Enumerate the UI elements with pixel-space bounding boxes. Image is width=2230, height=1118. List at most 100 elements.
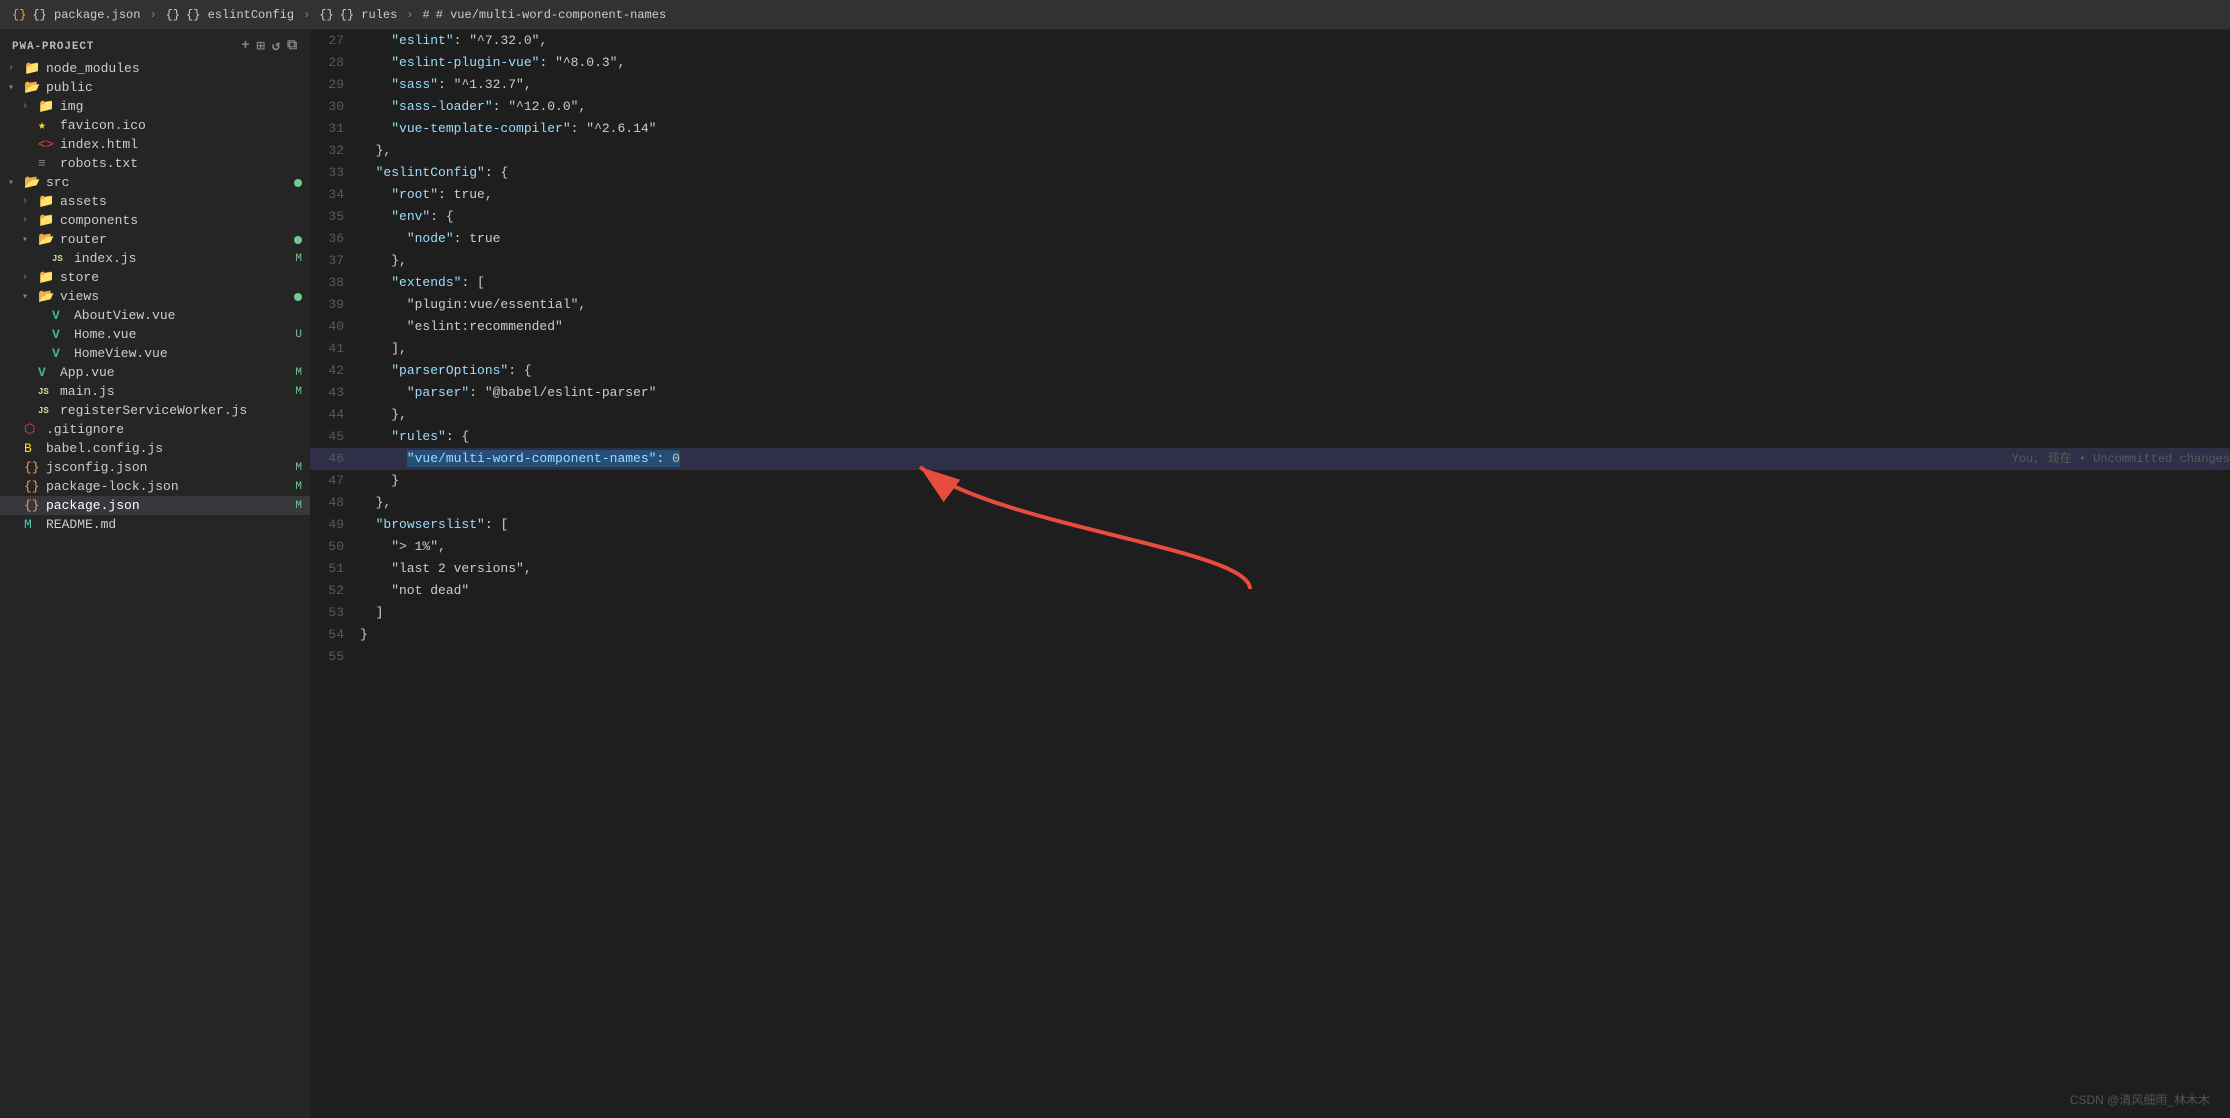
folder-icon: 📂 xyxy=(38,232,56,247)
breadcrumb-file[interactable]: {} package.json xyxy=(32,8,140,22)
sidebar-item-public[interactable]: 📂public xyxy=(0,78,310,97)
title-bar: {} {} package.json › {} {} eslintConfig … xyxy=(0,0,2230,30)
line-row-29: 29 "sass": "^1.32.7", xyxy=(310,74,2230,96)
json-icon: {} xyxy=(24,498,42,513)
line-content-38[interactable]: "extends": [ xyxy=(360,272,2230,294)
status-badge-package.json: M xyxy=(295,500,302,512)
line-row-49: 49 "browserslist": [ xyxy=(310,514,2230,536)
sidebar-item-package-lock.json[interactable]: {}package-lock.jsonM xyxy=(0,477,310,496)
line-content-28[interactable]: "eslint-plugin-vue": "^8.0.3", xyxy=(360,52,2230,74)
line-content-46[interactable]: "vue/multi-word-component-names": 0 xyxy=(360,448,1992,470)
line-row-55: 55 xyxy=(310,646,2230,668)
line-content-50[interactable]: "> 1%", xyxy=(360,536,2230,558)
line-number-37: 37 xyxy=(310,250,360,272)
line-content-45[interactable]: "rules": { xyxy=(360,426,2230,448)
status-badge-jsconfig.json: M xyxy=(295,462,302,474)
sidebar-label-public: public xyxy=(46,80,310,95)
line-content-29[interactable]: "sass": "^1.32.7", xyxy=(360,74,2230,96)
breadcrumb-rules-icon: {} xyxy=(319,8,333,22)
sidebar-item-App.vue[interactable]: VApp.vueM xyxy=(0,363,310,382)
sidebar-tree: 📁node_modules📂public📁img★favicon.ico<>in… xyxy=(0,59,310,534)
line-row-27: 27 "eslint": "^7.32.0", xyxy=(310,30,2230,52)
line-content-43[interactable]: "parser": "@babel/eslint-parser" xyxy=(360,382,2230,404)
sidebar-label-package.json: package.json xyxy=(46,498,295,513)
sidebar-item-views[interactable]: 📂views xyxy=(0,287,310,306)
sidebar-item-img[interactable]: 📁img xyxy=(0,97,310,116)
line-content-52[interactable]: "not dead" xyxy=(360,580,2230,602)
line-content-55[interactable] xyxy=(360,646,2230,668)
sidebar-item-.gitignore[interactable]: ⬡.gitignore xyxy=(0,420,310,439)
line-number-54: 54 xyxy=(310,624,360,646)
sidebar-item-store[interactable]: 📁store xyxy=(0,268,310,287)
line-content-37[interactable]: }, xyxy=(360,250,2230,272)
new-folder-icon[interactable]: ⊞ xyxy=(256,38,265,55)
txt-icon: ≡ xyxy=(38,156,56,171)
sidebar-item-Home.vue[interactable]: VHome.vueU xyxy=(0,325,310,344)
sidebar-item-robots.txt[interactable]: ≡robots.txt xyxy=(0,154,310,173)
sidebar-item-README.md[interactable]: MREADME.md xyxy=(0,515,310,534)
sidebar-item-components[interactable]: 📁components xyxy=(0,211,310,230)
line-content-30[interactable]: "sass-loader": "^12.0.0", xyxy=(360,96,2230,118)
sidebar-item-favicon.ico[interactable]: ★favicon.ico xyxy=(0,116,310,135)
line-content-42[interactable]: "parserOptions": { xyxy=(360,360,2230,382)
refresh-icon[interactable]: ↺ xyxy=(272,38,281,55)
line-content-41[interactable]: ], xyxy=(360,338,2230,360)
breadcrumb-rules[interactable]: {} rules xyxy=(340,8,398,22)
sidebar-item-assets[interactable]: 📁assets xyxy=(0,192,310,211)
line-number-49: 49 xyxy=(310,514,360,536)
line-row-50: 50 "> 1%", xyxy=(310,536,2230,558)
line-content-47[interactable]: } xyxy=(360,470,2230,492)
vue-icon: V xyxy=(52,346,70,361)
editor: 27 "eslint": "^7.32.0",28 "eslint-plugin… xyxy=(310,30,2230,1118)
collapse-icon[interactable]: ⧉ xyxy=(287,38,298,55)
sidebar-label-package-lock.json: package-lock.json xyxy=(46,479,295,494)
line-content-44[interactable]: }, xyxy=(360,404,2230,426)
breadcrumb-eslintconfig[interactable]: {} eslintConfig xyxy=(186,8,294,22)
sidebar-item-AboutView.vue[interactable]: VAboutView.vue xyxy=(0,306,310,325)
line-content-40[interactable]: "eslint:recommended" xyxy=(360,316,2230,338)
sidebar-item-HomeView.vue[interactable]: VHomeView.vue xyxy=(0,344,310,363)
line-content-35[interactable]: "env": { xyxy=(360,206,2230,228)
line-content-34[interactable]: "root": true, xyxy=(360,184,2230,206)
breadcrumb-rule-name[interactable]: # vue/multi-word-component-names xyxy=(436,8,666,22)
sidebar-item-router[interactable]: 📂router xyxy=(0,230,310,249)
line-number-27: 27 xyxy=(310,30,360,52)
readme-icon: M xyxy=(24,517,42,532)
line-row-30: 30 "sass-loader": "^12.0.0", xyxy=(310,96,2230,118)
json-icon: {} xyxy=(24,460,42,475)
line-content-51[interactable]: "last 2 versions", xyxy=(360,558,2230,580)
sidebar-item-main.js[interactable]: JSmain.jsM xyxy=(0,382,310,401)
sidebar-item-jsconfig.json[interactable]: {}jsconfig.jsonM xyxy=(0,458,310,477)
line-content-54[interactable]: } xyxy=(360,624,2230,646)
line-row-37: 37 }, xyxy=(310,250,2230,272)
line-content-36[interactable]: "node": true xyxy=(360,228,2230,250)
sidebar-label-AboutView.vue: AboutView.vue xyxy=(74,308,310,323)
line-row-54: 54} xyxy=(310,624,2230,646)
line-content-33[interactable]: "eslintConfig": { xyxy=(360,162,2230,184)
line-row-43: 43 "parser": "@babel/eslint-parser" xyxy=(310,382,2230,404)
sidebar-header-icons: + ⊞ ↺ ⧉ xyxy=(241,38,298,55)
line-content-27[interactable]: "eslint": "^7.32.0", xyxy=(360,30,2230,52)
line-content-32[interactable]: }, xyxy=(360,140,2230,162)
sidebar-item-registerServiceWorker.js[interactable]: JSregisterServiceWorker.js xyxy=(0,401,310,420)
sidebar-item-package.json[interactable]: {} package.jsonM xyxy=(0,496,310,515)
sidebar-item-node_modules[interactable]: 📁node_modules xyxy=(0,59,310,78)
line-row-39: 39 "plugin:vue/essential", xyxy=(310,294,2230,316)
line-number-35: 35 xyxy=(310,206,360,228)
line-row-38: 38 "extends": [ xyxy=(310,272,2230,294)
sidebar-item-src[interactable]: 📂src xyxy=(0,173,310,192)
new-file-icon[interactable]: + xyxy=(241,38,250,55)
code-canvas[interactable]: 27 "eslint": "^7.32.0",28 "eslint-plugin… xyxy=(310,30,2230,1118)
sidebar-item-babel.config.js[interactable]: Bbabel.config.js xyxy=(0,439,310,458)
line-content-39[interactable]: "plugin:vue/essential", xyxy=(360,294,2230,316)
status-dot-views xyxy=(294,293,302,301)
sidebar-item-router-index.js[interactable]: JSindex.jsM xyxy=(0,249,310,268)
sidebar-item-index.html[interactable]: <>index.html xyxy=(0,135,310,154)
line-content-48[interactable]: }, xyxy=(360,492,2230,514)
git-blame-46: You, 现在 • Uncommitted changes xyxy=(1992,448,2230,470)
line-number-29: 29 xyxy=(310,74,360,96)
line-number-33: 33 xyxy=(310,162,360,184)
line-content-49[interactable]: "browserslist": [ xyxy=(360,514,2230,536)
line-content-31[interactable]: "vue-template-compiler": "^2.6.14" xyxy=(360,118,2230,140)
line-content-53[interactable]: ] xyxy=(360,602,2230,624)
